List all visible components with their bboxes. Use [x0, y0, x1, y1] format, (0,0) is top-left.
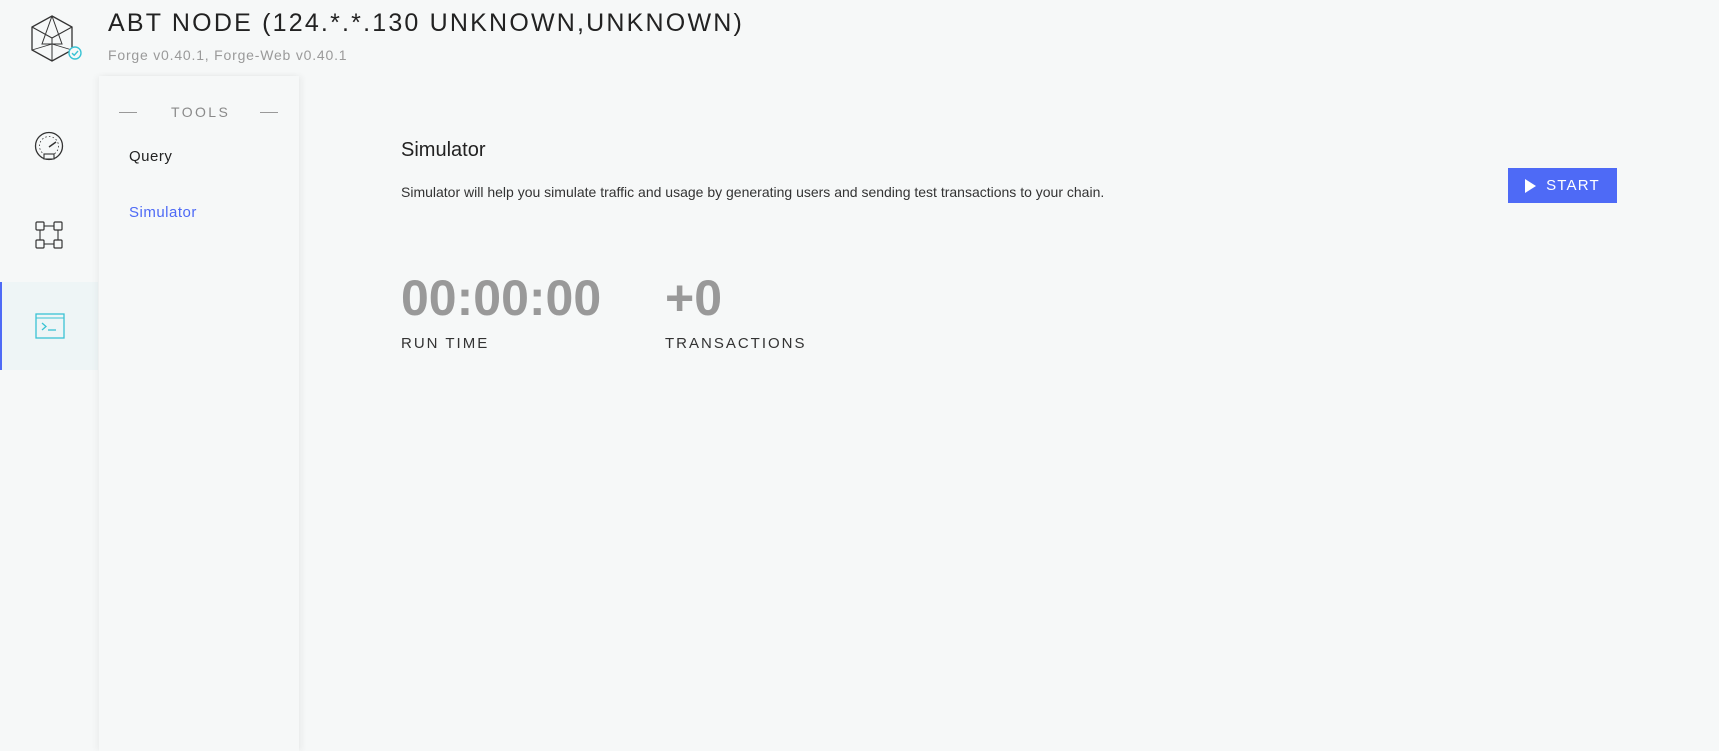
submenu-title: TOOLS: [171, 104, 231, 120]
divider: [119, 112, 137, 113]
icon-rail: [0, 76, 98, 751]
cube-logo-icon[interactable]: [30, 14, 82, 64]
dashboard-gauge-icon: [34, 131, 64, 161]
rail-item-dashboard[interactable]: [0, 103, 98, 191]
start-button[interactable]: START: [1508, 168, 1617, 203]
play-icon: [1525, 178, 1537, 193]
transactions-value: +0: [665, 270, 723, 326]
menu-item-simulator[interactable]: Simulator: [129, 204, 197, 221]
run-time-label: RUN TIME: [401, 335, 490, 352]
rail-item-tools[interactable]: [0, 282, 98, 370]
blocks-grid-icon: [35, 221, 63, 249]
run-time-value: 00:00:00: [401, 270, 602, 326]
page-title: Simulator: [401, 139, 486, 161]
transactions-stat: +0 TRANSACTIONS: [665, 270, 807, 352]
run-time-stat: 00:00:00 RUN TIME: [401, 270, 601, 352]
node-title: ABT NODE (124.*.*.130 UNKNOWN,UNKNOWN): [108, 9, 745, 37]
rail-item-blocks[interactable]: [0, 191, 98, 279]
terminal-icon: [35, 313, 65, 339]
divider: [260, 112, 278, 113]
app-header: ABT NODE (124.*.*.130 UNKNOWN,UNKNOWN) F…: [0, 0, 1719, 72]
main-content: Simulator Simulator will help you simula…: [300, 76, 1719, 751]
tools-submenu: TOOLS Query Simulator: [99, 76, 299, 751]
page-description: Simulator will help you simulate traffic…: [401, 184, 1105, 200]
menu-item-query[interactable]: Query: [129, 148, 172, 165]
version-subtitle: Forge v0.40.1, Forge-Web v0.40.1: [108, 47, 348, 63]
transactions-label: TRANSACTIONS: [665, 335, 807, 352]
submenu-header: TOOLS: [99, 102, 299, 122]
check-circle-icon: [68, 46, 82, 60]
start-button-label: START: [1546, 177, 1600, 194]
